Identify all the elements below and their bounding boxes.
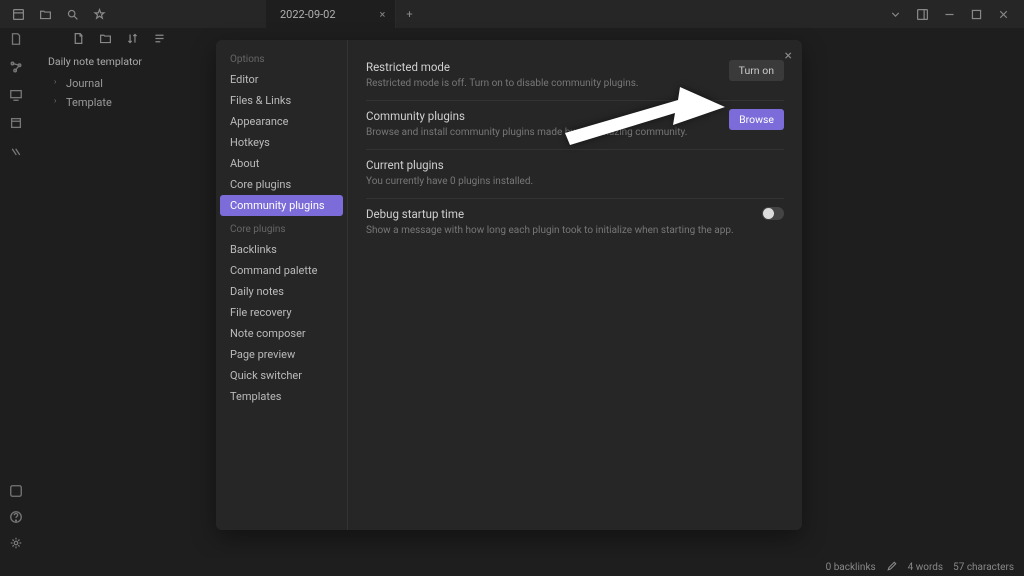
status-words: 4 words xyxy=(908,562,943,573)
nav-files-links[interactable]: Files & Links xyxy=(220,90,343,111)
file-toolbar xyxy=(32,32,180,53)
setting-debug-startup: Debug startup time Show a message with h… xyxy=(366,199,784,247)
folder-open-icon[interactable] xyxy=(39,8,52,21)
tab-title: 2022-09-02 xyxy=(280,8,336,21)
turn-on-button[interactable]: Turn on xyxy=(729,60,784,81)
nav-appearance[interactable]: Appearance xyxy=(220,111,343,132)
tab-close-icon[interactable]: × xyxy=(380,8,386,21)
vault-icon[interactable] xyxy=(12,8,25,21)
nav-note-composer[interactable]: Note composer xyxy=(220,323,343,344)
new-tab-button[interactable]: + xyxy=(396,8,422,21)
maximize-icon[interactable] xyxy=(970,8,983,21)
nav-community-plugins[interactable]: Community plugins xyxy=(220,195,343,216)
active-tab[interactable]: 2022-09-02 × xyxy=(266,0,396,28)
settings-modal: Options Editor Files & Links Appearance … xyxy=(216,40,802,530)
nav-daily-notes[interactable]: Daily notes xyxy=(220,281,343,302)
graph-icon[interactable] xyxy=(9,60,23,74)
edit-icon[interactable] xyxy=(886,560,898,575)
setting-desc: Restricted mode is off. Turn on to disab… xyxy=(366,77,729,90)
new-note-icon[interactable] xyxy=(72,32,85,45)
left-ribbon xyxy=(0,28,32,558)
files-icon[interactable] xyxy=(9,32,23,46)
file-explorer: Daily note templator › Journal › Template xyxy=(32,28,180,558)
chevron-right-icon: › xyxy=(54,96,62,109)
chevron-down-icon[interactable] xyxy=(889,8,902,21)
setting-title: Current plugins xyxy=(366,158,784,172)
setting-current-plugins: Current plugins You currently have 0 plu… xyxy=(366,150,784,199)
tree-label: Journal xyxy=(66,77,103,90)
setting-title: Community plugins xyxy=(366,109,729,123)
minimize-icon[interactable] xyxy=(943,8,956,21)
modal-close-icon[interactable]: × xyxy=(785,48,792,64)
section-core-head: Core plugins xyxy=(220,216,343,239)
settings-sidebar: Options Editor Files & Links Appearance … xyxy=(216,40,348,530)
debug-toggle[interactable] xyxy=(762,207,784,220)
status-backlinks[interactable]: 0 backlinks xyxy=(826,562,876,573)
tree-item-template[interactable]: › Template xyxy=(32,93,180,112)
settings-content: × Restricted mode Restricted mode is off… xyxy=(348,40,802,530)
sort-icon[interactable] xyxy=(126,32,139,45)
nav-command-palette[interactable]: Command palette xyxy=(220,260,343,281)
setting-desc: Show a message with how long each plugin… xyxy=(366,224,762,237)
settings-icon[interactable] xyxy=(9,536,23,550)
nav-quick-switcher[interactable]: Quick switcher xyxy=(220,365,343,386)
setting-desc: You currently have 0 plugins installed. xyxy=(366,175,784,188)
tree-label: Template xyxy=(66,96,112,109)
status-chars: 57 characters xyxy=(953,562,1014,573)
search-icon[interactable] xyxy=(66,8,79,21)
new-folder-icon[interactable] xyxy=(99,32,112,45)
daily-icon[interactable] xyxy=(9,116,23,130)
nav-file-recovery[interactable]: File recovery xyxy=(220,302,343,323)
setting-community-plugins: Community plugins Browse and install com… xyxy=(366,101,784,150)
tree-item-journal[interactable]: › Journal xyxy=(32,74,180,93)
setting-desc: Browse and install community plugins mad… xyxy=(366,126,729,139)
statusbar: 0 backlinks 4 words 57 characters xyxy=(0,558,1024,576)
nav-hotkeys[interactable]: Hotkeys xyxy=(220,132,343,153)
browse-button[interactable]: Browse xyxy=(729,109,784,130)
chevron-right-icon: › xyxy=(54,77,62,90)
nav-backlinks[interactable]: Backlinks xyxy=(220,239,343,260)
nav-editor[interactable]: Editor xyxy=(220,69,343,90)
close-window-icon[interactable] xyxy=(997,8,1010,21)
vault-switch-icon[interactable] xyxy=(9,484,23,498)
nav-templates[interactable]: Templates xyxy=(220,386,343,407)
setting-title: Debug startup time xyxy=(366,207,762,221)
setting-restricted-mode: Restricted mode Restricted mode is off. … xyxy=(366,52,784,101)
nav-core-plugins[interactable]: Core plugins xyxy=(220,174,343,195)
section-options-head: Options xyxy=(220,46,343,69)
collapse-icon[interactable] xyxy=(153,32,166,45)
command-icon[interactable] xyxy=(9,144,23,158)
sidebar-right-icon[interactable] xyxy=(916,8,929,21)
titlebar: 2022-09-02 × + xyxy=(0,0,1024,28)
canvas-icon[interactable] xyxy=(9,88,23,102)
nav-page-preview[interactable]: Page preview xyxy=(220,344,343,365)
nav-about[interactable]: About xyxy=(220,153,343,174)
setting-title: Restricted mode xyxy=(366,60,729,74)
help-icon[interactable] xyxy=(9,510,23,524)
vault-title: Daily note templator xyxy=(32,53,180,74)
star-icon[interactable] xyxy=(93,8,106,21)
